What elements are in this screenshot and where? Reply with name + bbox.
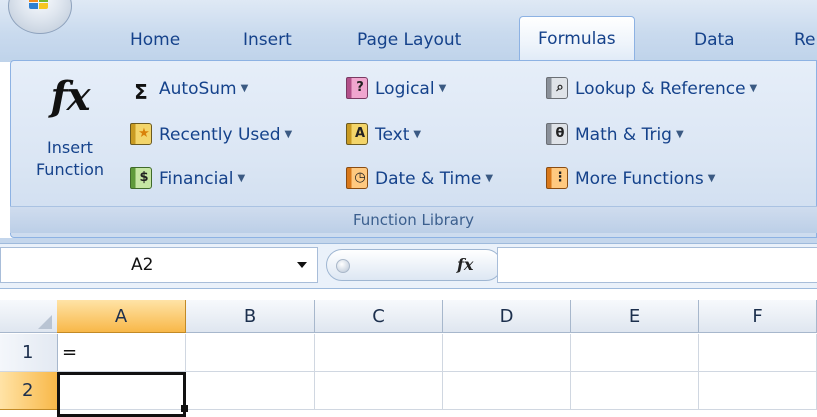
autosum-dropdown-icon: ▼ bbox=[240, 83, 249, 94]
more-functions-button[interactable]: ⋮ More Functions ▼ bbox=[546, 162, 715, 196]
office-button[interactable] bbox=[8, 0, 72, 34]
text-label: Text bbox=[375, 125, 410, 145]
text-button[interactable]: A Text ▼ bbox=[346, 118, 421, 152]
ribbon-tab-strip: Home Insert Page Layout Formulas Data Re bbox=[0, 0, 817, 62]
lookup-book-icon: ⌕ bbox=[546, 77, 568, 99]
logical-book-icon: ? bbox=[346, 77, 368, 99]
insert-function-label-line2: Function bbox=[35, 160, 105, 179]
active-cell-border bbox=[57, 372, 186, 417]
cell-e1[interactable] bbox=[571, 334, 699, 372]
math-trig-book-icon: θ bbox=[546, 123, 568, 145]
more-functions-dropdown-icon: ▼ bbox=[707, 173, 716, 184]
name-box-dropdown-icon[interactable] bbox=[297, 262, 307, 268]
date-time-book-icon: ◷ bbox=[346, 167, 368, 189]
tab-page-layout[interactable]: Page Layout bbox=[357, 23, 461, 59]
tab-data[interactable]: Data bbox=[694, 23, 735, 59]
lookup-reference-label: Lookup & Reference bbox=[575, 79, 746, 99]
date-time-label: Date & Time bbox=[375, 169, 482, 189]
logical-label: Logical bbox=[375, 79, 435, 99]
logical-button[interactable]: ? Logical ▼ bbox=[346, 72, 446, 106]
more-functions-books-icon: ⋮ bbox=[546, 167, 568, 189]
formula-bar-resize-handle[interactable] bbox=[336, 259, 350, 273]
text-dropdown-icon: ▼ bbox=[413, 129, 422, 140]
cell-a1[interactable]: = bbox=[57, 334, 186, 372]
lookup-reference-dropdown-icon: ▼ bbox=[749, 83, 758, 94]
column-header-c[interactable]: C bbox=[315, 300, 443, 333]
column-header-e[interactable]: E bbox=[571, 300, 699, 333]
tab-home[interactable]: Home bbox=[130, 23, 180, 59]
column-header-a[interactable]: A bbox=[57, 300, 186, 333]
formula-input[interactable] bbox=[497, 247, 817, 283]
cell-f2[interactable] bbox=[699, 372, 817, 410]
math-trig-label: Math & Trig bbox=[575, 125, 672, 145]
tab-review[interactable]: Re bbox=[794, 23, 816, 59]
lookup-reference-button[interactable]: ⌕ Lookup & Reference ▼ bbox=[546, 72, 757, 106]
column-header-d[interactable]: D bbox=[443, 300, 571, 333]
cell-e2[interactable] bbox=[571, 372, 699, 410]
date-time-dropdown-icon: ▼ bbox=[485, 173, 494, 184]
row-header-2[interactable]: 2 bbox=[0, 372, 58, 410]
office-logo-icon bbox=[29, 0, 48, 9]
formula-bar: A2 fx bbox=[0, 244, 817, 289]
text-book-icon: A bbox=[346, 123, 368, 145]
name-box-value: A2 bbox=[131, 255, 154, 275]
row-header-1[interactable]: 1 bbox=[0, 334, 58, 372]
more-functions-label: More Functions bbox=[575, 169, 704, 189]
cell-b1[interactable] bbox=[186, 334, 315, 372]
cell-b2[interactable] bbox=[186, 372, 315, 410]
cell-d1[interactable] bbox=[443, 334, 571, 372]
recently-used-dropdown-icon: ▼ bbox=[284, 129, 293, 140]
financial-label: Financial bbox=[159, 169, 234, 189]
date-time-button[interactable]: ◷ Date & Time ▼ bbox=[346, 162, 493, 196]
cell-f1[interactable] bbox=[699, 334, 817, 372]
function-library-group-label: Function Library bbox=[10, 206, 817, 233]
insert-function-icon: fx bbox=[50, 73, 90, 120]
select-all-icon bbox=[38, 315, 52, 329]
autosum-button[interactable]: Σ AutoSum ▼ bbox=[130, 72, 248, 106]
select-all-corner[interactable] bbox=[0, 300, 58, 333]
sigma-icon: Σ bbox=[134, 80, 148, 104]
column-header-f[interactable]: F bbox=[699, 300, 817, 333]
cell-c2[interactable] bbox=[315, 372, 443, 410]
insert-function-button[interactable]: fx Insert Function bbox=[30, 64, 110, 204]
insert-function-label-line1: Insert bbox=[47, 138, 93, 157]
tab-insert[interactable]: Insert bbox=[243, 23, 292, 59]
tab-formulas[interactable]: Formulas bbox=[519, 16, 635, 62]
financial-dropdown-icon: ▼ bbox=[237, 173, 246, 184]
math-trig-button[interactable]: θ Math & Trig ▼ bbox=[546, 118, 684, 152]
insert-function-fx-icon[interactable]: fx bbox=[457, 250, 473, 280]
formula-bar-controls: fx bbox=[326, 249, 502, 281]
cell-d2[interactable] bbox=[443, 372, 571, 410]
cell-c1[interactable] bbox=[315, 334, 443, 372]
column-header-b[interactable]: B bbox=[186, 300, 315, 333]
autosum-label: AutoSum bbox=[159, 79, 237, 99]
math-trig-dropdown-icon: ▼ bbox=[675, 129, 684, 140]
recently-used-label: Recently Used bbox=[159, 125, 281, 145]
recently-used-book-icon: ★ bbox=[130, 123, 152, 145]
logical-dropdown-icon: ▼ bbox=[438, 83, 447, 94]
financial-book-icon: $ bbox=[130, 167, 152, 189]
financial-button[interactable]: $ Financial ▼ bbox=[130, 162, 245, 196]
recently-used-button[interactable]: ★ Recently Used ▼ bbox=[130, 118, 292, 152]
name-box[interactable]: A2 bbox=[0, 247, 318, 283]
